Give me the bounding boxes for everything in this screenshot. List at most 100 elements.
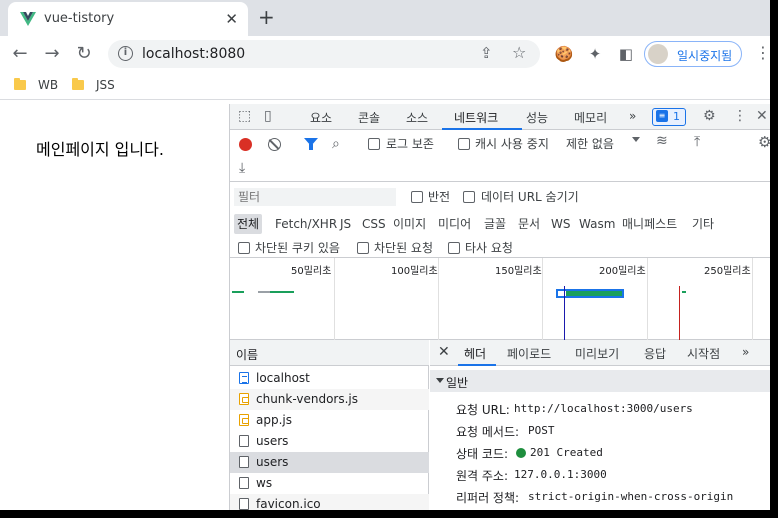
request-name: app.js (256, 413, 292, 427)
inspect-element-icon[interactable]: ⬚ (238, 108, 251, 124)
tab-elements[interactable]: 요소 (310, 109, 332, 126)
network-conditions-icon[interactable]: ≋ (656, 133, 668, 149)
type-filter-all[interactable]: 전체 (234, 214, 263, 234)
site-info-icon[interactable]: i (118, 46, 133, 61)
tick-label: 150밀리초 (495, 266, 542, 277)
folder-icon (14, 78, 26, 90)
throttling-select[interactable]: 제한 없음 (566, 135, 614, 152)
script-file-icon (239, 414, 249, 426)
tab-performance[interactable]: 성능 (526, 109, 548, 126)
close-tab-icon[interactable]: ✕ (225, 10, 238, 28)
type-filter-media[interactable]: 미디어 (435, 214, 474, 234)
tick-label: 50밀리초 (291, 266, 332, 277)
tab-memory[interactable]: 메모리 (574, 109, 607, 126)
tab-sources[interactable]: 소스 (406, 109, 428, 126)
tab-payload[interactable]: 페이로드 (507, 345, 551, 362)
issues-badge[interactable]: ≡ 1 (652, 108, 686, 126)
vue-logo-icon (20, 12, 36, 26)
request-row-users[interactable]: users (230, 431, 429, 452)
type-filter-js[interactable]: JS (337, 214, 354, 234)
bookmark-label: JSS (96, 78, 115, 92)
preserve-log-checkbox[interactable] (368, 138, 380, 150)
file-icon (239, 456, 249, 468)
settings-gear-icon[interactable]: ⚙ (703, 108, 716, 124)
type-filter-fetch-xhr[interactable]: Fetch/XHR (272, 214, 340, 234)
bookmark-folder-jss[interactable]: JSS (72, 78, 132, 94)
tab-console[interactable]: 콘솔 (358, 109, 380, 126)
side-panel-icon[interactable]: ◧ (616, 44, 636, 64)
request-row-chunk-vendors[interactable]: chunk-vendors.js (230, 389, 429, 410)
filter-input[interactable] (234, 188, 396, 206)
file-icon (239, 435, 249, 447)
request-row-ws[interactable]: ws (230, 473, 429, 494)
type-filter-manifest[interactable]: 매니페스트 (619, 214, 680, 234)
page-viewport: 메인페이지 입니다. (0, 104, 229, 510)
bookmark-folder-wb[interactable]: WB (14, 78, 74, 94)
filter-funnel-stem (309, 144, 313, 150)
invert-checkbox[interactable] (411, 191, 423, 203)
request-name: users (256, 455, 289, 469)
clear-icon[interactable] (268, 138, 281, 151)
request-row-localhost[interactable]: localhost (230, 368, 429, 389)
browser-tab[interactable]: vue-tistory ✕ (8, 2, 248, 36)
blocked-cookies-label: 차단된 쿠키 있음 (255, 241, 340, 255)
type-filter-wasm[interactable]: Wasm (576, 214, 618, 234)
disable-cache-label: 캐시 사용 중지 (475, 137, 549, 151)
url-text[interactable]: localhost:8080 (142, 46, 245, 62)
type-filter-doc[interactable]: 문서 (515, 214, 543, 234)
field-value: 201 Created (530, 446, 603, 459)
tab-headers[interactable]: 헤더 (464, 345, 486, 362)
general-section-title: 일반 (446, 376, 469, 390)
disable-cache-checkbox[interactable] (458, 138, 470, 150)
import-har-icon[interactable]: ⤒ (694, 134, 700, 150)
address-bar[interactable]: i localhost:8080 ⇪ ☆ (108, 40, 540, 68)
export-har-icon[interactable]: ⤓ (239, 160, 245, 176)
cookie-extension-icon[interactable]: 🍪 (554, 44, 574, 64)
tab-response[interactable]: 응답 (644, 345, 666, 362)
network-settings-icon[interactable]: ⚙ (758, 133, 770, 151)
new-tab-button[interactable]: + (258, 5, 275, 29)
forward-arrow-icon[interactable]: → (40, 42, 64, 66)
blocked-cookies-checkbox[interactable] (238, 242, 250, 254)
close-devtools-icon[interactable]: ✕ (756, 108, 768, 124)
type-filter-image[interactable]: 이미지 (390, 214, 429, 234)
search-icon[interactable]: ⌕ (332, 136, 340, 152)
blocked-requests-checkbox[interactable] (357, 242, 369, 254)
more-detail-tabs-icon[interactable]: » (742, 345, 749, 359)
puzzle-extensions-icon[interactable]: ✦ (585, 44, 605, 64)
tick-line (542, 258, 543, 340)
tab-initiator[interactable]: 시작점 (687, 345, 720, 362)
devtools-menu-icon[interactable]: ⋮ (733, 108, 747, 124)
timeline-bar-users (556, 289, 624, 298)
request-row-app-js[interactable]: app.js (230, 410, 429, 431)
type-filter-font[interactable]: 글꼴 (481, 214, 509, 234)
type-filter-ws[interactable]: WS (548, 214, 573, 234)
more-tabs-icon[interactable]: » (629, 109, 636, 123)
type-filter-css[interactable]: CSS (359, 214, 389, 234)
close-detail-icon[interactable]: ✕ (438, 344, 450, 360)
browser-menu-icon[interactable]: ⋮ (755, 43, 770, 62)
request-row-favicon[interactable]: favicon.ico (230, 494, 429, 510)
name-column-header[interactable]: 이름 (230, 340, 429, 366)
request-row-users-selected[interactable]: users (230, 452, 429, 473)
tab-network[interactable]: 네트워크 (454, 109, 498, 126)
profile-button[interactable]: 일시중지됨 (644, 41, 742, 67)
share-icon[interactable]: ⇪ (480, 44, 493, 62)
type-filter-other[interactable]: 기타 (689, 214, 717, 234)
bookmark-star-icon[interactable]: ☆ (512, 43, 526, 62)
reload-icon[interactable]: ↻ (72, 42, 96, 66)
tick-line (438, 258, 439, 340)
third-party-label: 타사 요청 (465, 241, 513, 255)
network-overview-timeline[interactable]: 50밀리초 100밀리초 150밀리초 200밀리초 250밀리초 (230, 258, 770, 340)
record-button[interactable] (239, 138, 252, 151)
back-arrow-icon[interactable]: ← (8, 42, 32, 66)
status-code-row: 상태 코드: 201 Created (430, 442, 770, 462)
device-toolbar-icon[interactable]: ▯ (264, 108, 272, 124)
issues-count: 1 (673, 110, 680, 123)
tab-preview[interactable]: 미리보기 (575, 345, 619, 362)
general-section-header[interactable]: 일반 (430, 370, 770, 392)
hide-data-urls-checkbox[interactable] (463, 191, 475, 203)
third-party-checkbox[interactable] (448, 242, 460, 254)
issue-icon: ≡ (656, 110, 668, 122)
bookmarks-bar: WB JSS (0, 72, 770, 100)
